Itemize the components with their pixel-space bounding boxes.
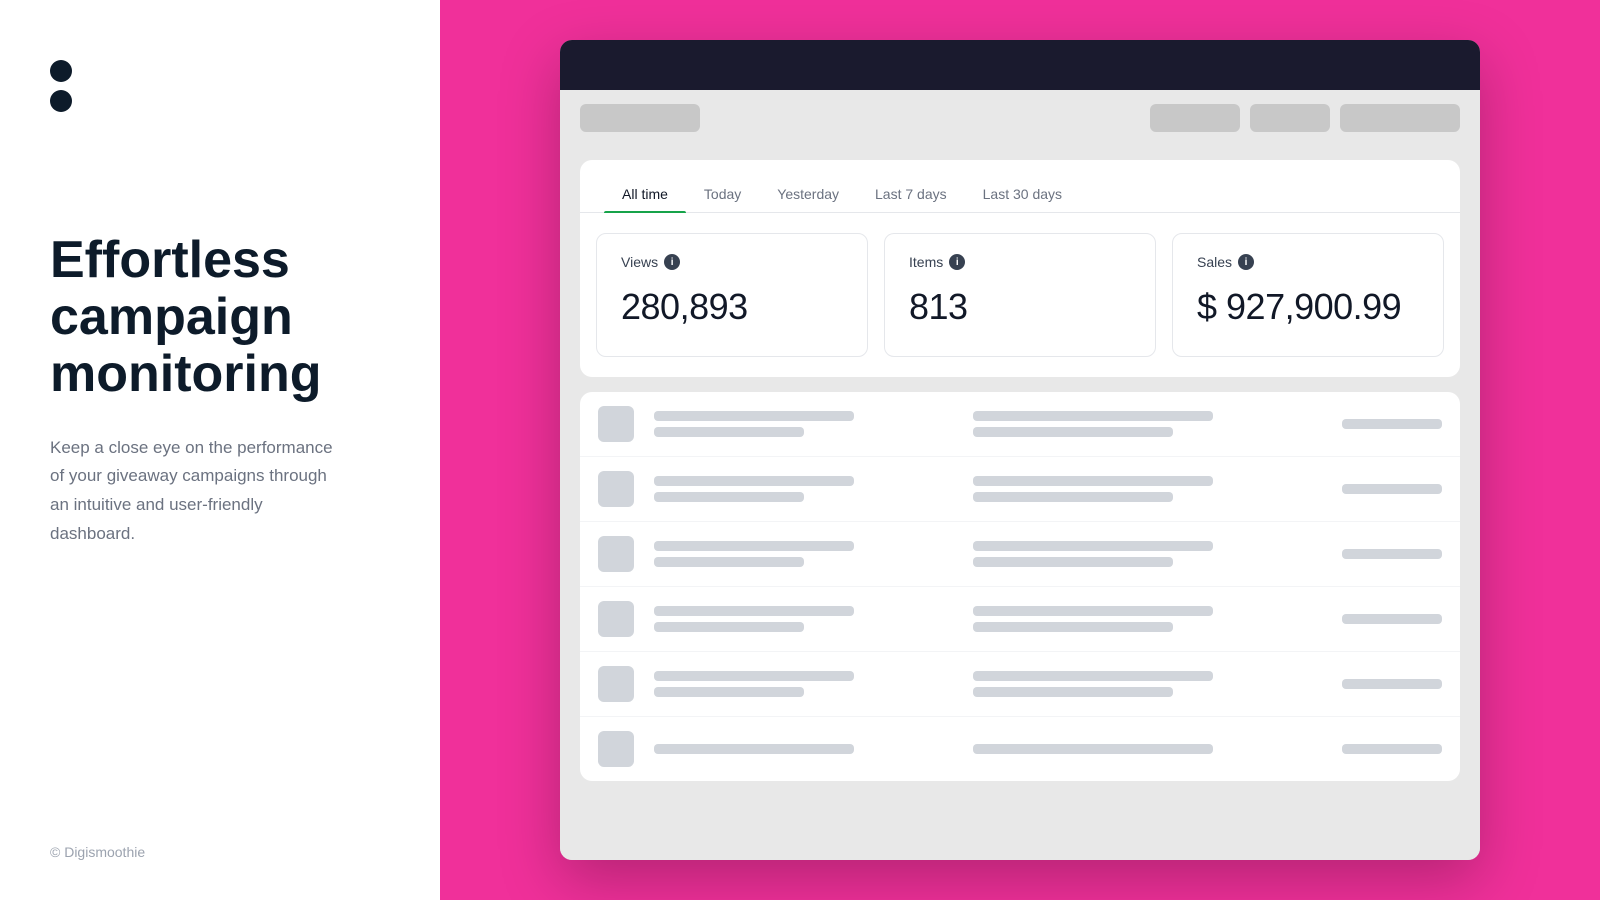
row-bar [654, 541, 854, 551]
left-content: Effortless campaign monitoring Keep a cl… [50, 232, 390, 840]
metric-sales-value: $ 927,900.99 [1197, 286, 1419, 328]
copyright: © Digismoothie [50, 844, 145, 860]
logo [50, 60, 390, 112]
row-col-3 [1292, 744, 1442, 754]
row-bar [973, 492, 1173, 502]
right-panel: All time Today Yesterday Last 7 days Las… [440, 0, 1600, 900]
metric-items-label: Items i [909, 254, 1131, 270]
row-bar [654, 671, 854, 681]
row-bar [973, 557, 1173, 567]
row-col-3 [1292, 549, 1442, 559]
row-col-1 [654, 476, 953, 502]
row-col-2 [973, 541, 1272, 567]
dashboard-toolbar [560, 90, 1480, 145]
row-col-1 [654, 411, 953, 437]
row-bar [654, 427, 804, 437]
table-row [580, 652, 1460, 717]
table-row [580, 587, 1460, 652]
row-bar [1342, 744, 1442, 754]
row-bar [654, 411, 854, 421]
row-bar [654, 744, 854, 754]
row-col-3 [1292, 419, 1442, 429]
headline: Effortless campaign monitoring [50, 232, 390, 404]
row-bar [1342, 614, 1442, 624]
row-bar [973, 476, 1213, 486]
sales-info-icon[interactable]: i [1238, 254, 1254, 270]
row-bar [654, 557, 804, 567]
row-bar [973, 606, 1213, 616]
row-col-3 [1292, 484, 1442, 494]
row-thumbnail [598, 666, 634, 702]
table-row [580, 457, 1460, 522]
tab-today[interactable]: Today [686, 176, 759, 212]
dashboard-mockup: All time Today Yesterday Last 7 days Las… [560, 40, 1480, 860]
row-bar [973, 687, 1173, 697]
logo-dot-bottom [50, 90, 72, 112]
dashboard-content: All time Today Yesterday Last 7 days Las… [560, 145, 1480, 860]
row-col-2 [973, 606, 1272, 632]
row-col-2 [973, 411, 1272, 437]
row-col-1 [654, 744, 953, 754]
row-bar [973, 744, 1213, 754]
table-row [580, 717, 1460, 781]
metric-views-label: Views i [621, 254, 843, 270]
metric-sales-label: Sales i [1197, 254, 1419, 270]
table-row [580, 522, 1460, 587]
row-thumbnail [598, 406, 634, 442]
metric-sales: Sales i $ 927,900.99 [1172, 233, 1444, 357]
dashboard-topbar [560, 40, 1480, 90]
row-bar [973, 541, 1213, 551]
row-col-2 [973, 671, 1272, 697]
row-bar [654, 476, 854, 486]
row-thumbnail [598, 731, 634, 767]
row-col-1 [654, 671, 953, 697]
subtext: Keep a close eye on the performance of y… [50, 434, 350, 550]
row-bar [973, 427, 1173, 437]
metric-items-value: 813 [909, 286, 1131, 328]
tab-last-7-days[interactable]: Last 7 days [857, 176, 965, 212]
row-bar [973, 622, 1173, 632]
row-thumbnail [598, 536, 634, 572]
row-col-3 [1292, 614, 1442, 624]
row-bar [654, 606, 854, 616]
row-bar [654, 622, 804, 632]
row-col-2 [973, 744, 1272, 754]
toolbar-placeholder-3 [1250, 104, 1330, 132]
row-bar [973, 411, 1213, 421]
toolbar-placeholder-1 [580, 104, 700, 132]
toolbar-placeholder-2 [1150, 104, 1240, 132]
row-bar [654, 492, 804, 502]
row-col-1 [654, 541, 953, 567]
row-bar [1342, 679, 1442, 689]
toolbar-placeholder-4 [1340, 104, 1460, 132]
row-thumbnail [598, 601, 634, 637]
left-panel: Effortless campaign monitoring Keep a cl… [0, 0, 440, 900]
tabs-row: All time Today Yesterday Last 7 days Las… [580, 160, 1460, 213]
row-bar [654, 687, 804, 697]
row-bar [1342, 484, 1442, 494]
metric-views: Views i 280,893 [596, 233, 868, 357]
logo-dot-top [50, 60, 72, 82]
metric-items: Items i 813 [884, 233, 1156, 357]
table-card [580, 392, 1460, 781]
items-info-icon[interactable]: i [949, 254, 965, 270]
metric-views-value: 280,893 [621, 286, 843, 328]
row-bar [973, 671, 1213, 681]
views-info-icon[interactable]: i [664, 254, 680, 270]
row-bar [1342, 549, 1442, 559]
tab-last-30-days[interactable]: Last 30 days [965, 176, 1080, 212]
row-col-2 [973, 476, 1272, 502]
metrics-row: Views i 280,893 Items i 813 [580, 213, 1460, 377]
stats-card: All time Today Yesterday Last 7 days Las… [580, 160, 1460, 377]
row-col-1 [654, 606, 953, 632]
table-row [580, 392, 1460, 457]
row-thumbnail [598, 471, 634, 507]
row-bar [1342, 419, 1442, 429]
row-col-3 [1292, 679, 1442, 689]
tab-yesterday[interactable]: Yesterday [759, 176, 857, 212]
tab-all-time[interactable]: All time [604, 176, 686, 212]
